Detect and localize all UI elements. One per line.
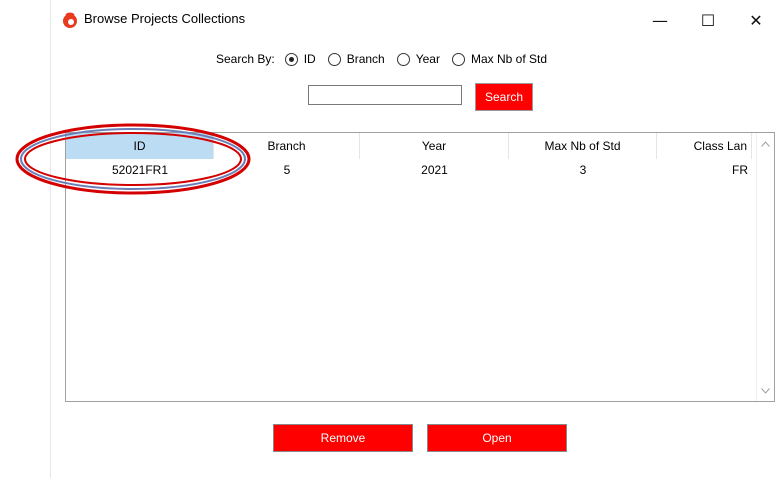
table-row[interactable]: 52021FR1 5 2021 3 FR [66, 160, 752, 180]
browse-projects-window: Browse Projects Collections — ☐ ✕ Search… [50, 0, 776, 478]
radio-branch-indicator[interactable] [327, 52, 341, 66]
maximize-button[interactable]: ☐ [685, 0, 731, 40]
title-bar[interactable]: Browse Projects Collections — ☐ ✕ [51, 0, 776, 40]
cell-branch: 5 [283, 163, 291, 177]
radio-id-indicator[interactable] [284, 52, 298, 66]
search-by-label: Search By: [216, 52, 275, 66]
radio-year[interactable]: Year [396, 52, 440, 66]
projects-table[interactable]: ID Branch Year Max Nb of Std Class Lan 5… [65, 132, 775, 402]
column-header-branch[interactable]: Branch [214, 133, 360, 159]
table-header: ID Branch Year Max Nb of Std Class Lan [66, 133, 752, 159]
radio-max-nb-of-std[interactable]: Max Nb of Std [451, 52, 548, 66]
cell-class-language: FR [732, 163, 748, 177]
scroll-down-arrow-icon[interactable] [757, 382, 774, 399]
radio-id-label: ID [303, 52, 316, 66]
radio-max-nb-of-std-indicator[interactable] [451, 52, 465, 66]
radio-year-indicator[interactable] [396, 52, 410, 66]
radio-year-label: Year [415, 52, 440, 66]
open-button[interactable]: Open [427, 424, 567, 452]
radio-id[interactable]: ID [284, 52, 316, 66]
vertical-scrollbar[interactable] [756, 133, 774, 401]
close-button[interactable]: ✕ [733, 0, 776, 40]
cell-year: 2021 [421, 163, 448, 177]
cell-id: 52021FR1 [111, 163, 169, 177]
minimize-button[interactable]: — [637, 0, 683, 40]
column-header-class-language[interactable]: Class Lan [657, 133, 752, 159]
window-title: Browse Projects Collections [84, 11, 246, 26]
search-input[interactable] [308, 85, 462, 105]
column-header-max-nb-of-std[interactable]: Max Nb of Std [509, 133, 657, 159]
radio-branch[interactable]: Branch [327, 52, 385, 66]
cell-max-nb-of-std: 3 [579, 163, 587, 177]
search-by-group: Search By: ID Branch Year Max Nb of Std [216, 50, 559, 68]
app-logo-icon [63, 12, 77, 28]
scroll-up-arrow-icon[interactable] [757, 135, 774, 152]
column-header-id[interactable]: ID [66, 133, 214, 159]
remove-button[interactable]: Remove [273, 424, 413, 452]
radio-branch-label: Branch [346, 52, 385, 66]
search-button[interactable]: Search [475, 83, 533, 111]
radio-max-nb-of-std-label: Max Nb of Std [470, 52, 548, 66]
column-header-year[interactable]: Year [360, 133, 509, 159]
